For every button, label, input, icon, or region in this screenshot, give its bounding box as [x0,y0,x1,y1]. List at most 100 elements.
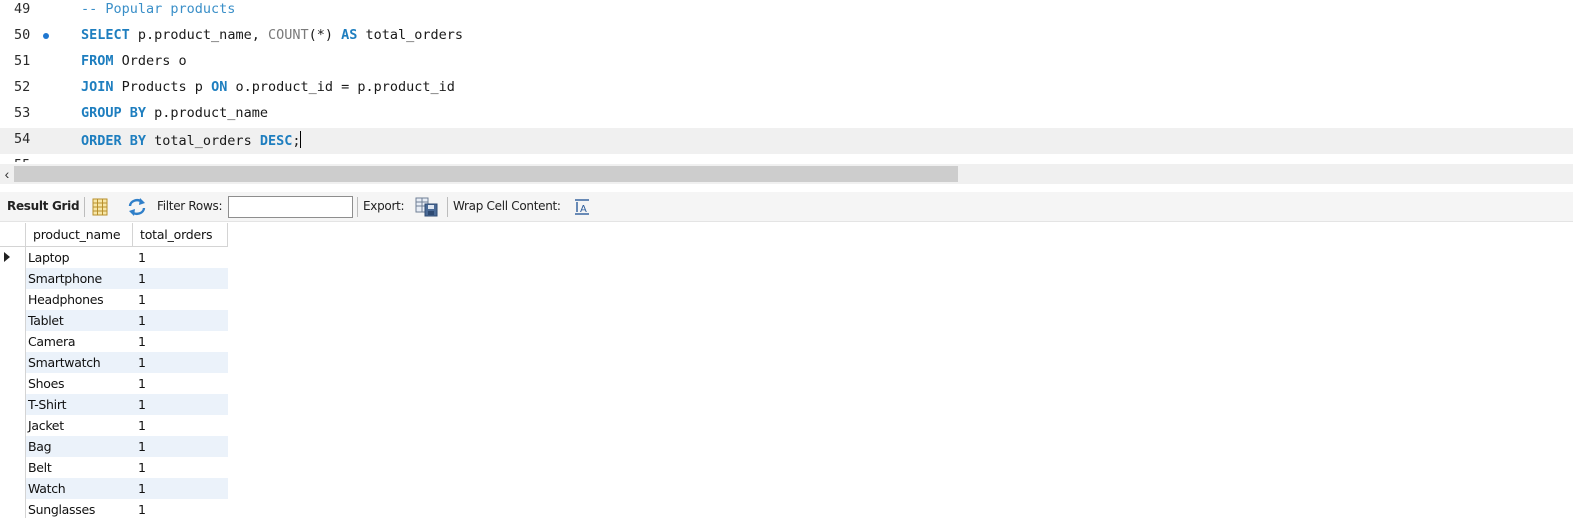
code-line[interactable]: 53 GROUP BY p.product_name [0,102,1573,128]
code-line[interactable]: 51 FROM Orders o [0,50,1573,76]
cell-total-orders[interactable]: 1 [133,478,228,499]
row-header[interactable] [0,499,26,518]
editor-horizontal-scrollbar[interactable]: ‹ [0,164,1573,184]
sql-editor[interactable]: 49 -- Popular products 50 SELECT p.product_… [0,0,1573,162]
cell-product-name[interactable]: Shoes [26,373,133,394]
code-text[interactable]: ORDER BY total_orders DESC; [81,131,302,149]
export-icon[interactable] [415,197,439,217]
code-line[interactable]: 49 -- Popular products [0,0,1573,24]
cell-product-name[interactable]: Jacket [26,415,133,436]
code-text[interactable]: GROUP BY p.product_name [81,105,268,121]
result-grid[interactable]: product_name total_orders Laptop 1 Smartph… [0,223,230,518]
filter-rows-input[interactable] [228,196,353,218]
sql-text: o.product_id = p.product_id [227,79,455,95]
column-header-product-name[interactable]: product_name [26,223,133,247]
row-header[interactable] [0,478,26,499]
scrollbar-thumb[interactable] [14,166,958,182]
code-text[interactable]: JOIN Products p ON o.product_id = p.prod… [81,79,455,95]
row-header[interactable] [0,247,26,268]
svg-text:A: A [580,204,587,215]
code-line[interactable]: 54 ORDER BY total_orders DESC; [0,128,1573,154]
row-header[interactable] [0,331,26,352]
cell-total-orders[interactable]: 1 [133,352,228,373]
line-number: 54 [14,131,31,147]
cell-total-orders[interactable]: 1 [133,268,228,289]
table-row[interactable]: Bag 1 [0,436,228,457]
cell-product-name[interactable]: Smartphone [26,268,133,289]
sql-keyword: ON [211,79,228,95]
cell-total-orders[interactable]: 1 [133,499,228,518]
sql-text: (*) [308,27,342,43]
sql-keyword: JOIN [81,79,114,95]
table-row[interactable]: Camera 1 [0,331,228,352]
cell-product-name[interactable]: T-Shirt [26,394,133,415]
row-header[interactable] [0,415,26,436]
table-row[interactable]: Smartphone 1 [0,268,228,289]
cell-product-name[interactable]: Sunglasses [26,499,133,518]
table-row[interactable]: Shoes 1 [0,373,228,394]
cell-product-name[interactable]: Camera [26,331,133,352]
cell-product-name[interactable]: Watch [26,478,133,499]
line-number: 49 [14,1,31,17]
sql-keyword: AS [341,27,358,43]
cell-product-name[interactable]: Smartwatch [26,352,133,373]
cell-total-orders[interactable]: 1 [133,289,228,310]
code-text[interactable]: SELECT p.product_name, COUNT(*) AS total… [81,27,463,43]
row-header[interactable] [0,457,26,478]
cell-product-name[interactable]: Headphones [26,289,133,310]
cell-product-name[interactable]: Belt [26,457,133,478]
table-row[interactable]: Tablet 1 [0,310,228,331]
statement-marker-icon[interactable] [43,33,49,39]
line-number: 53 [14,105,31,121]
cell-total-orders[interactable]: 1 [133,394,228,415]
grid-header-row: product_name total_orders [0,223,228,247]
table-row[interactable]: Jacket 1 [0,415,228,436]
column-header-total-orders[interactable]: total_orders [133,223,228,247]
toolbar-separator [357,197,358,217]
row-header[interactable] [0,310,26,331]
refresh-icon[interactable] [126,197,148,217]
row-header[interactable] [0,394,26,415]
code-line[interactable]: 50 SELECT p.product_name, COUNT(*) AS tot… [0,24,1573,50]
sql-function: COUNT [267,27,309,43]
row-header[interactable] [0,289,26,310]
table-row[interactable]: Sunglasses 1 [0,499,228,518]
cell-total-orders[interactable]: 1 [133,247,228,268]
line-number: 52 [14,79,31,95]
cell-total-orders[interactable]: 1 [133,457,228,478]
code-line[interactable]: 52 JOIN Products p ON o.product_id = p.pr… [0,76,1573,102]
table-row[interactable]: Headphones 1 [0,289,228,310]
row-header[interactable] [0,268,26,289]
cell-product-name[interactable]: Tablet [26,310,133,331]
wrap-cell-content-icon[interactable]: A [574,198,590,216]
grid-view-icon[interactable] [92,198,108,216]
table-row[interactable]: Watch 1 [0,478,228,499]
sql-text: p.product_name [146,105,268,121]
cell-total-orders[interactable]: 1 [133,331,228,352]
row-header[interactable] [0,373,26,394]
cell-total-orders[interactable]: 1 [133,373,228,394]
cell-product-name[interactable]: Laptop [26,247,133,268]
table-row[interactable]: Smartwatch 1 [0,352,228,373]
sql-keyword: ORDER BY [81,133,147,149]
cell-total-orders[interactable]: 1 [133,436,228,457]
line-number: 51 [14,53,31,69]
code-text[interactable]: -- Popular products [81,1,235,17]
code-line[interactable]: 55 [0,154,1573,162]
cell-total-orders[interactable]: 1 [133,415,228,436]
current-row-pointer-icon [4,252,10,262]
sql-text: Orders o [113,53,187,69]
sql-keyword: SELECT [81,27,130,43]
table-row[interactable]: Laptop 1 [0,247,228,268]
code-text[interactable]: FROM Orders o [81,53,187,69]
table-row[interactable]: Belt 1 [0,457,228,478]
scroll-left-arrow[interactable]: ‹ [1,165,13,183]
row-header[interactable] [0,436,26,457]
table-row[interactable]: T-Shirt 1 [0,394,228,415]
result-grid-title: Result Grid [7,199,80,213]
sql-text: p.product_name, [129,27,268,43]
row-header-corner[interactable] [0,223,26,247]
row-header[interactable] [0,352,26,373]
cell-product-name[interactable]: Bag [26,436,133,457]
cell-total-orders[interactable]: 1 [133,310,228,331]
